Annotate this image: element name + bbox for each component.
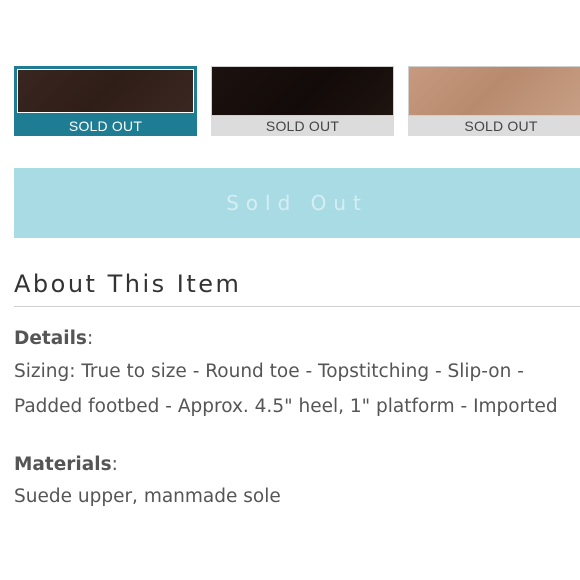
swatch-color-dark-brown [17, 69, 194, 113]
swatch-label: SOLD OUT [68, 118, 143, 134]
divider [14, 306, 580, 307]
materials-heading: Materials [14, 454, 112, 475]
swatch-label: SOLD OUT [265, 118, 340, 134]
about-item-heading: About This Item [14, 270, 242, 298]
color-swatch-black[interactable]: SOLD OUT [211, 66, 394, 136]
swatch-label: SOLD OUT [464, 118, 538, 134]
product-page: SOLD OUT SOLD OUT SOLD OUT Sold Out Abou… [0, 0, 580, 580]
sold-out-button[interactable]: Sold Out [14, 168, 580, 238]
details-text-line-1: Sizing: True to size - Round toe - Topst… [14, 361, 524, 382]
materials-text: Suede upper, manmade sole [14, 486, 281, 507]
swatch-color-black [211, 66, 394, 116]
details-heading: Details [14, 328, 87, 349]
materials-heading-line: Materials: [14, 449, 574, 481]
color-swatch-tan[interactable]: SOLD OUT [408, 66, 580, 136]
details-text-line-2: Padded footbed - Approx. 4.5" heel, 1" p… [14, 396, 558, 417]
details-heading-line: Details: [14, 324, 574, 354]
swatch-color-tan [408, 66, 580, 116]
details-section: Details: Sizing: True to size - Round to… [14, 324, 574, 424]
materials-colon: : [111, 454, 118, 475]
materials-section: Materials: Suede upper, manmade sole [14, 449, 574, 513]
color-swatch-dark-brown[interactable]: SOLD OUT [14, 66, 197, 136]
details-colon: : [86, 328, 94, 349]
color-swatches: SOLD OUT SOLD OUT SOLD OUT [14, 66, 580, 136]
